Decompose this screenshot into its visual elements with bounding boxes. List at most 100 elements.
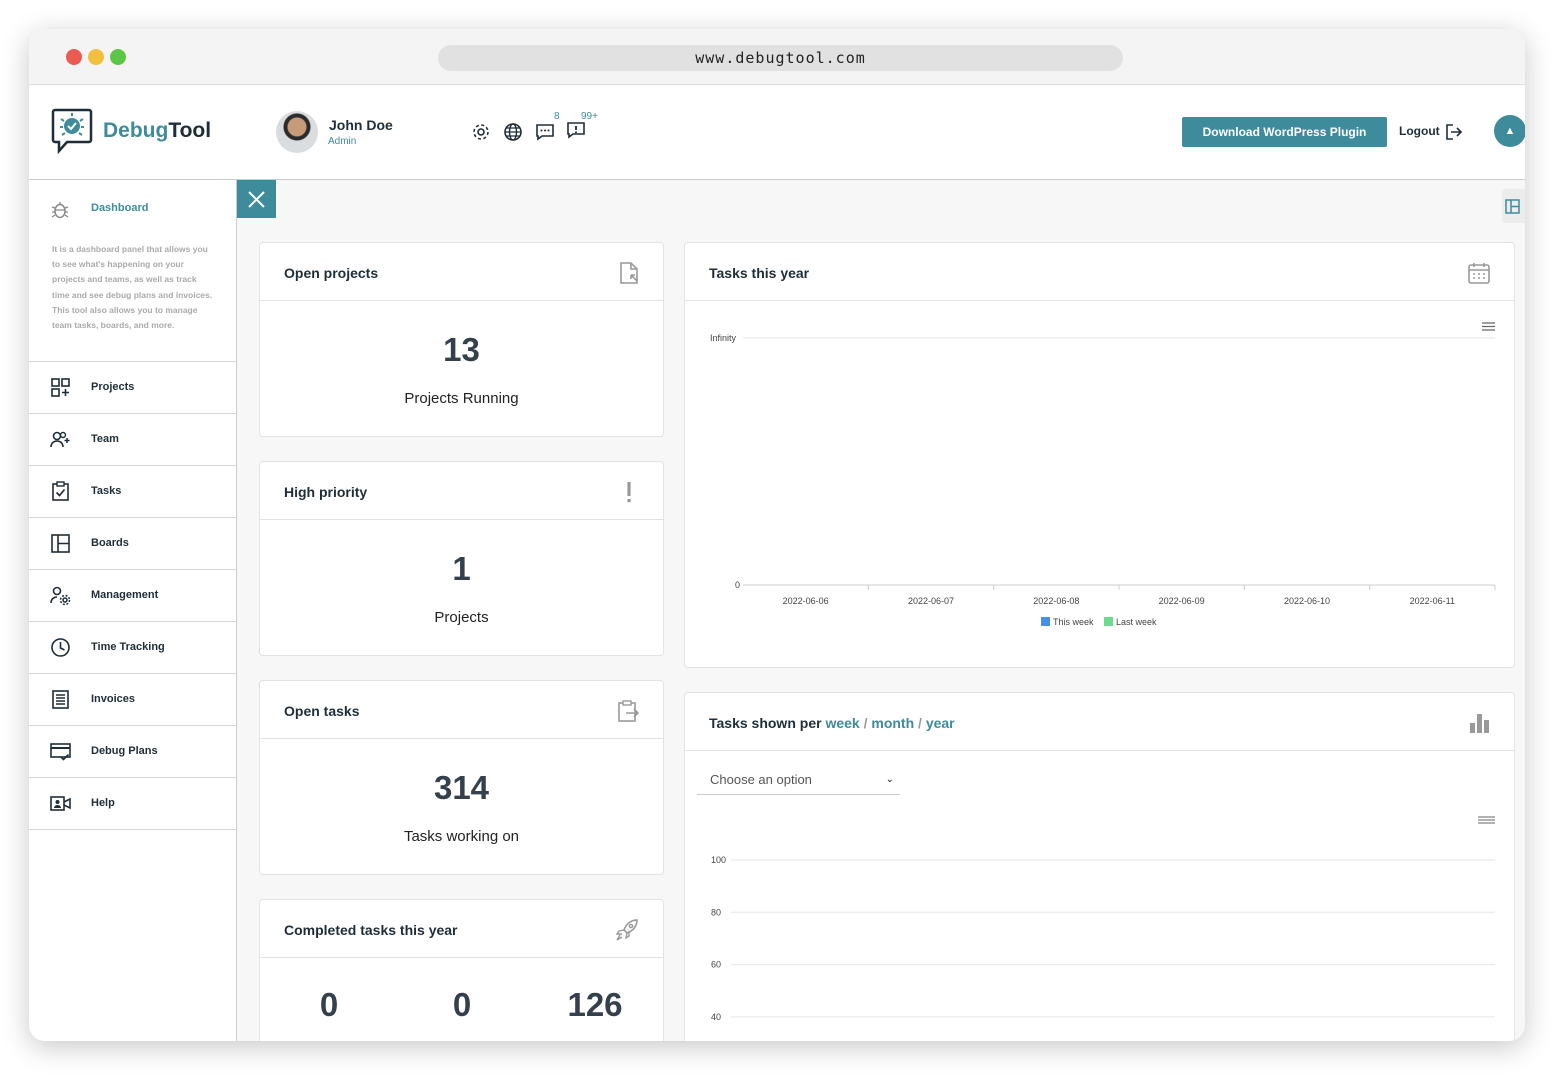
sidebar-item-tasks[interactable]: Tasks [29,466,237,518]
sidebar-item-label: Time Tracking [91,641,165,653]
sidebar-item-debug-plans[interactable]: Debug Plans [29,726,237,778]
bug-logo-icon [51,108,93,155]
globe-icon[interactable] [503,122,523,142]
legend-label[interactable]: This week [1053,617,1094,627]
tasks-period-chart: 10080604020 [711,816,1495,1022]
bar-chart-icon [1470,714,1489,733]
card-title: Open projects [284,265,379,281]
management-icon [50,586,71,606]
tasks-year-chart: Infinity 0 2022-06-06 2022-06-07 2022-06-08… [710,322,1496,627]
legend-swatch[interactable] [1104,617,1113,626]
card-header: Open tasks [260,681,663,739]
sidebar-item-boards[interactable]: Boards [29,518,237,570]
tasks-icon [52,481,69,501]
card-title: Open tasks [284,703,360,719]
invoices-icon [52,690,69,709]
select-value: Choose an option [710,772,812,787]
chart-menu-icon[interactable] [1482,322,1495,331]
close-sidebar-button[interactable] [237,180,276,218]
x-tick-label: 2022-06-09 [1159,596,1205,606]
card-header: Tasks shown per week / month / year [685,693,1514,751]
sidebar-item-help[interactable]: Help [29,778,237,830]
open-projects-card: Open projects 13 Projects Running [259,242,664,437]
y-tick-label: 60 [711,960,721,970]
sidebar-item-invoices[interactable]: Invoices [29,674,237,726]
sidebar-item-label: Tasks [91,485,122,497]
notifications-badge: 99+ [581,111,598,122]
high-priority-card: High priority 1 Projects [259,461,664,656]
card-title: Tasks shown per week / month / year [709,715,955,731]
address-bar[interactable]: www.debugtool.com [438,45,1123,71]
sidebar-item-team[interactable]: Team [29,414,237,466]
logout-link[interactable]: Logout [1399,124,1440,138]
layout-toggle-button[interactable] [1502,189,1525,223]
stat-value: 314 [433,769,490,806]
sidebar-item-projects[interactable]: Projects [29,362,237,414]
card-header: Tasks this year [685,243,1514,301]
stat-label: Tasks working on [403,828,520,845]
sidebar: Dashboard It is a dashboard panel that a… [29,180,237,1041]
clipboard-icon [618,700,640,722]
tasks-per-period-card: Tasks shown per week / month / year Choo… [684,692,1515,1041]
rocket-icon [615,919,638,941]
y-tick-label: 0 [735,580,740,590]
chart-menu-icon[interactable] [1478,816,1495,824]
sidebar-item-management[interactable]: Management [29,570,237,622]
month-link[interactable]: month [871,715,914,731]
title-prefix: Tasks shown per [709,715,822,731]
card-header: High priority [260,462,663,520]
user-name: John Doe [329,117,393,133]
stat-value: 126 [567,986,623,1023]
period-select[interactable]: Choose an option ⌄ [697,765,900,795]
card-title: High priority [284,484,368,500]
tasks-this-year-card: Tasks this year Infinity 0 2022-06-06 2022… [684,242,1515,668]
y-tick-label: 80 [711,907,721,917]
card-icon [50,743,71,761]
stat-value: 0 [452,986,472,1023]
card-header: Open projects [260,243,663,301]
separator: / [863,715,868,731]
download-plugin-button[interactable]: Download WordPress Plugin [1182,117,1387,147]
user-role: Admin [328,136,357,147]
minimize-window-dot[interactable] [88,49,104,65]
card-header: Completed tasks this year [260,900,663,958]
bug-icon [51,202,69,219]
open-tasks-card: Open tasks 314 Tasks working on [259,680,664,875]
notifications-icon[interactable] [566,120,586,140]
sidebar-item-label: Invoices [91,693,136,705]
separator: / [918,715,922,731]
legend-swatch[interactable] [1041,617,1050,626]
x-tick-label: 2022-06-11 [1410,596,1455,606]
boards-icon [51,534,70,553]
card-title: Completed tasks this year [284,922,458,938]
y-tick-label: Infinity [710,333,737,343]
sidebar-item-label: Help [91,797,115,809]
stat-value: 1 [452,550,471,587]
x-tick-label: 2022-06-06 [783,596,829,606]
settings-icon[interactable] [471,122,491,142]
sidebar-item-dashboard[interactable]: Dashboard It is a dashboard panel that a… [29,180,237,362]
sidebar-item-time-tracking[interactable]: Time Tracking [29,622,237,674]
messages-badge: 8 [554,111,560,122]
avatar[interactable] [276,111,318,153]
week-link[interactable]: week [825,715,859,731]
year-link[interactable]: year [926,715,955,731]
sidebar-item-label: Debug Plans [91,745,158,757]
x-tick-label: 2022-06-10 [1284,596,1330,606]
maximize-window-dot[interactable] [110,49,126,65]
x-tick-label: 2022-06-08 [1033,596,1079,606]
sidebar-item-label: Projects [91,381,135,393]
messages-icon[interactable] [535,122,555,142]
sidebar-item-label: Management [91,589,159,601]
logout-icon[interactable] [1445,123,1463,141]
chevron-up-icon: ▲ [1504,125,1516,137]
x-tick-label: 2022-06-07 [908,596,954,606]
close-window-dot[interactable] [66,49,82,65]
close-icon [248,191,265,208]
legend-label[interactable]: Last week [1116,617,1157,627]
browser-chrome: www.debugtool.com [29,29,1525,85]
collapse-header-button[interactable]: ▲ [1494,115,1525,147]
dashboard-description: It is a dashboard panel that allows you … [52,244,213,331]
projects-icon [51,378,70,397]
clock-icon [51,638,70,657]
